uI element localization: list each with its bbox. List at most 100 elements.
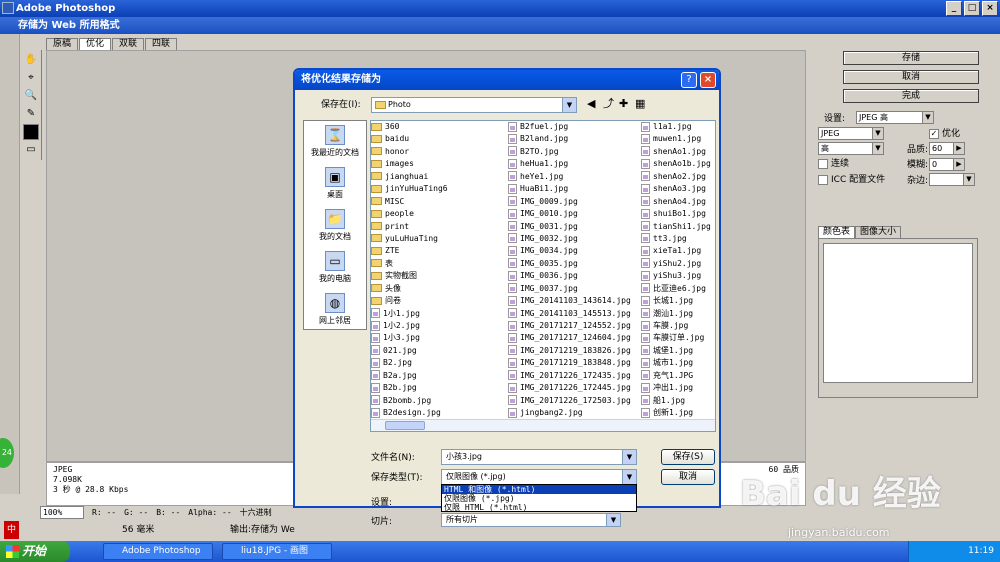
file-item[interactable]: honor <box>371 146 448 158</box>
new-folder-icon[interactable]: ✚ <box>619 98 628 110</box>
file-item[interactable]: muwen1.jpg <box>641 133 711 145</box>
file-item[interactable]: yuLuHuaTing <box>371 233 448 245</box>
file-item[interactable]: ZTE <box>371 245 448 257</box>
file-item[interactable]: IMG_20171226_172503.jpg <box>508 395 631 407</box>
file-item[interactable]: MISC <box>371 196 448 208</box>
file-item[interactable]: IMG_0010.jpg <box>508 208 631 220</box>
maximize-button[interactable]: □ <box>964 1 980 16</box>
file-item[interactable]: print <box>371 221 448 233</box>
file-item[interactable]: IMG_0036.jpg <box>508 270 631 282</box>
file-item[interactable]: yiShu3.jpg <box>641 270 711 282</box>
file-item[interactable]: shenAo4.jpg <box>641 196 711 208</box>
start-button[interactable]: 开始 <box>0 541 70 562</box>
slices-select[interactable]: 所有切片 ▼ <box>441 513 621 527</box>
file-item[interactable]: jinYuHuaTing6 <box>371 183 448 195</box>
place-recent[interactable]: ⌛ 我最近的文档 <box>304 121 366 163</box>
format-select[interactable]: JPEG ▼ <box>818 127 884 140</box>
file-item[interactable]: 021.jpg <box>371 345 448 357</box>
save-button[interactable]: 存储 <box>843 51 979 65</box>
place-desktop[interactable]: ▣ 桌面 <box>304 163 366 205</box>
type-option[interactable]: HTML 和图像 (*.html) <box>442 485 636 494</box>
file-item[interactable]: HuaBi1.jpg <box>508 183 631 195</box>
type-option[interactable]: 仅限 HTML (*.html) <box>442 503 636 512</box>
file-item[interactable]: B2TO.jpg <box>508 146 631 158</box>
file-item[interactable]: jingbang2.jpg <box>508 407 631 419</box>
file-item[interactable]: 1小2.jpg <box>371 320 448 332</box>
file-item[interactable]: IMG_20141103_143614.jpg <box>508 295 631 307</box>
file-item[interactable]: IMG_20171226_172435.jpg <box>508 370 631 382</box>
tab-optimized[interactable]: 优化 <box>79 38 112 50</box>
task-photoshop[interactable]: Adobe Photoshop <box>103 543 213 560</box>
file-item[interactable]: images <box>371 158 448 170</box>
file-item[interactable]: B2fuel.jpg <box>508 121 631 133</box>
file-item[interactable]: B2bomb.jpg <box>371 395 448 407</box>
file-item[interactable]: 车膜.jpg <box>641 320 711 332</box>
quality-input[interactable]: 60 ▶ <box>929 142 965 155</box>
file-item[interactable]: shenAo1b.jpg <box>641 158 711 170</box>
file-item[interactable]: 车膜订单.jpg <box>641 332 711 344</box>
file-item[interactable]: baidu <box>371 133 448 145</box>
progressive-checkbox[interactable] <box>818 159 828 169</box>
file-item[interactable]: B2b.jpg <box>371 382 448 394</box>
cancel-button[interactable]: 取消 <box>843 70 979 84</box>
file-item[interactable]: jianghuai <box>371 171 448 183</box>
file-item[interactable]: 问卷 <box>371 295 448 307</box>
matte-select[interactable]: ▼ <box>929 173 975 186</box>
toggle-slices-icon[interactable]: ▭ <box>23 142 39 158</box>
minimize-button[interactable]: _ <box>946 1 962 16</box>
file-item[interactable]: tt3.jpg <box>641 233 711 245</box>
file-item[interactable]: IMG_20171219_183826.jpg <box>508 345 631 357</box>
icc-checkbox[interactable] <box>818 175 828 185</box>
tab-original[interactable]: 原稿 <box>46 38 79 50</box>
ime-indicator[interactable]: 中 <box>4 521 20 539</box>
file-item[interactable]: people <box>371 208 448 220</box>
play-icon[interactable]: ▶ <box>953 159 964 170</box>
file-item[interactable]: IMG_0037.jpg <box>508 283 631 295</box>
optimized-checkbox[interactable]: ✓ <box>929 129 939 139</box>
back-icon[interactable]: ◀ <box>587 98 595 110</box>
eyedropper-icon[interactable]: ✎ <box>23 106 39 122</box>
file-item[interactable]: 360 <box>371 121 448 133</box>
tab-4up[interactable]: 四联 <box>145 38 178 50</box>
up-folder-icon[interactable]: ⤴ <box>603 98 614 110</box>
slice-select-icon[interactable]: ⌖ <box>23 70 39 86</box>
file-item[interactable]: heYe1.jpg <box>508 171 631 183</box>
file-item[interactable]: shenAo3.jpg <box>641 183 711 195</box>
file-item[interactable]: heHua1.jpg <box>508 158 631 170</box>
file-item[interactable]: 船1.jpg <box>641 395 711 407</box>
close-button[interactable]: × <box>982 1 998 16</box>
file-item[interactable]: IMG_0035.jpg <box>508 258 631 270</box>
file-item[interactable]: shenAo1.jpg <box>641 146 711 158</box>
file-item[interactable]: 头像 <box>371 283 448 295</box>
file-item[interactable]: shuiBo1.jpg <box>641 208 711 220</box>
zoom-select[interactable]: 100% <box>40 506 84 519</box>
file-item[interactable]: yiShu2.jpg <box>641 258 711 270</box>
file-item[interactable]: 创新1.jpg <box>641 407 711 419</box>
tab-image-size[interactable]: 图像大小 <box>855 226 902 238</box>
dialog-cancel-button[interactable]: 取消 <box>661 469 715 485</box>
help-icon[interactable]: ? <box>681 72 697 88</box>
type-option[interactable]: 仅限图像 (*.jpg) <box>442 494 636 503</box>
blur-input[interactable]: 0 ▶ <box>929 158 965 171</box>
file-item[interactable]: l1a1.jpg <box>641 121 711 133</box>
file-item[interactable]: IMG_0034.jpg <box>508 245 631 257</box>
file-item[interactable]: IMG_0009.jpg <box>508 196 631 208</box>
file-item[interactable]: B2a.jpg <box>371 370 448 382</box>
file-item[interactable]: IMG_20171226_172445.jpg <box>508 382 631 394</box>
color-swatch[interactable] <box>23 124 39 140</box>
hand-tool-icon[interactable]: ✋ <box>23 52 39 68</box>
file-item[interactable]: xieTa1.jpg <box>641 245 711 257</box>
file-item[interactable]: 城市1.jpg <box>641 357 711 369</box>
file-item[interactable]: 1小3.jpg <box>371 332 448 344</box>
zoom-tool-icon[interactable]: 🔍 <box>23 88 39 104</box>
file-item[interactable]: IMG_0032.jpg <box>508 233 631 245</box>
file-item[interactable]: B2.jpg <box>371 357 448 369</box>
horizontal-scrollbar[interactable] <box>371 419 715 431</box>
task-paint[interactable]: liu18.JPG - 画图 <box>222 543 332 560</box>
file-item[interactable]: 表 <box>371 258 448 270</box>
file-item[interactable]: IMG_20171219_183848.jpg <box>508 357 631 369</box>
view-menu-icon[interactable]: ▦ <box>635 98 645 110</box>
file-item[interactable]: B2land.jpg <box>508 133 631 145</box>
file-item[interactable]: B2design.jpg <box>371 407 448 419</box>
file-item[interactable]: 充气1.JPG <box>641 370 711 382</box>
